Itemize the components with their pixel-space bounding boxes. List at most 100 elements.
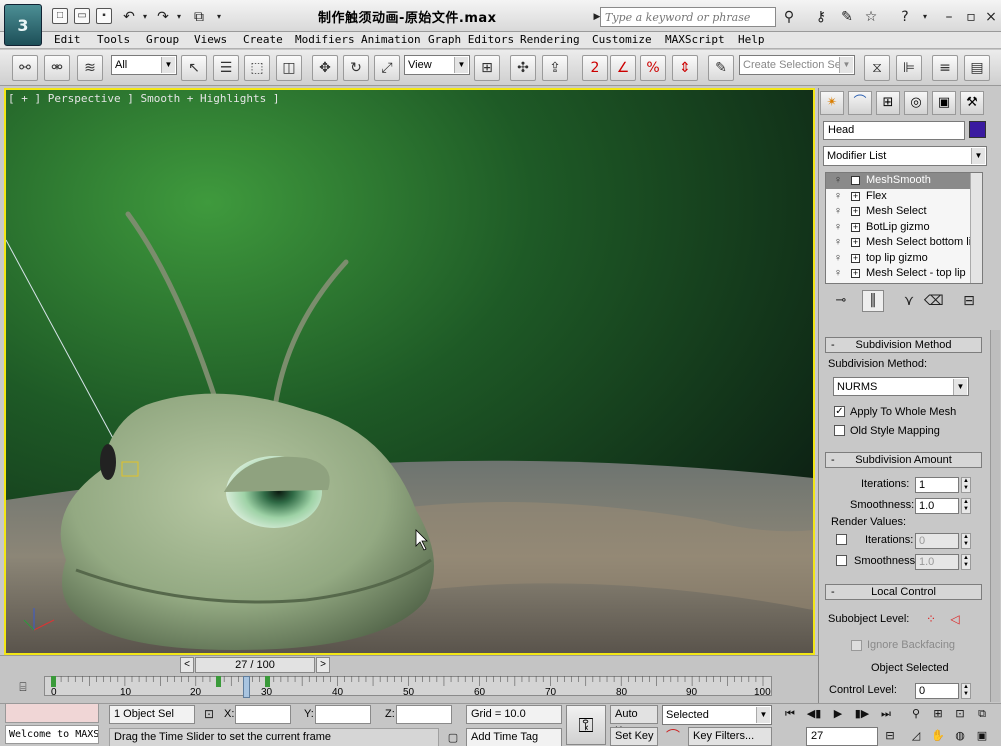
show-end-result-icon[interactable]: ‖ [862, 290, 884, 312]
communication-icon[interactable]: ✎ [838, 8, 856, 26]
modifier-stack-item[interactable]: ♀ + MeshSmooth [826, 173, 982, 189]
control-level-spinner-arrows[interactable]: ▲ ▼ [961, 683, 971, 699]
reference-coordinate-dropdown[interactable]: View ▼ [404, 55, 470, 75]
current-frame-marker[interactable] [243, 676, 250, 698]
expand-plus-icon[interactable]: + [851, 207, 860, 216]
quick-access-dropdown-icon[interactable]: ▾ [210, 8, 228, 26]
zoom-extents-icon[interactable]: ⊡ [950, 705, 970, 723]
set-key-button[interactable]: Set Key [610, 727, 658, 746]
edge-subobject-icon[interactable]: ◁ [946, 610, 964, 628]
local-control-rollout-header[interactable]: - Local Control [825, 584, 982, 600]
modifier-stack-scrollbar[interactable] [970, 173, 982, 283]
maxscript-listener-text[interactable]: Welcome to MAXS [5, 725, 99, 744]
utilities-tab-icon[interactable]: ⚒ [960, 91, 984, 115]
new-file-icon[interactable]: □ [52, 8, 68, 24]
unlink-selection-icon[interactable]: ⚮ [44, 55, 70, 81]
motion-tab-icon[interactable]: ◎ [904, 91, 928, 115]
project-folder-icon[interactable]: ⧉ [190, 8, 208, 26]
expand-plus-icon[interactable]: + [851, 253, 860, 263]
time-tag-icon[interactable]: ▢ [444, 729, 462, 746]
app-logo-button[interactable]: 3 [4, 4, 42, 46]
menu-customize[interactable]: Customize [592, 33, 652, 46]
menu-tools[interactable]: Tools [97, 33, 130, 46]
bind-space-warp-icon[interactable]: ≋ [77, 55, 103, 81]
lightbulb-icon[interactable]: ♀ [832, 236, 844, 249]
perspective-viewport[interactable] [4, 88, 815, 655]
smoothness-spinner[interactable]: 1.0 [915, 498, 959, 514]
make-unique-icon[interactable]: ⋎ [900, 292, 918, 310]
set-keys-key-icon[interactable]: ⚿ [566, 705, 606, 745]
open-mini-curve-editor-icon[interactable]: ⌸ [14, 678, 32, 696]
iterations-spinner-arrows[interactable]: ▲ ▼ [961, 477, 971, 493]
open-file-icon[interactable]: ▭ [74, 8, 90, 24]
selection-lock-icon[interactable]: ⊡ [200, 705, 218, 723]
minimize-icon[interactable]: – [940, 8, 958, 26]
expand-plus-icon[interactable]: + [851, 176, 860, 185]
select-and-move-icon[interactable]: ✥ [312, 55, 338, 81]
select-and-link-icon[interactable]: ⚯ [12, 55, 38, 81]
menu-modifiers[interactable]: Modifiers [295, 33, 355, 46]
z-coord-field[interactable] [396, 705, 452, 724]
control-level-spinner[interactable]: 0 [915, 683, 959, 699]
modifier-stack-item[interactable]: ♀ + Mesh Select [826, 204, 982, 220]
keyframe-marker[interactable] [265, 676, 270, 687]
default-in-out-tangent-icon[interactable]: ⌒ [664, 728, 682, 746]
pivot-center-icon[interactable]: ⊞ [474, 55, 500, 81]
go-to-start-icon[interactable]: ⏮ [780, 705, 800, 723]
command-panel-scrollbar[interactable] [990, 330, 1000, 702]
graphite-tools-icon[interactable]: ▤ [964, 55, 990, 81]
configure-modifier-sets-icon[interactable]: ⊟ [960, 292, 978, 310]
select-manipulate-icon[interactable]: ✣ [510, 55, 536, 81]
menu-create[interactable]: Create [243, 33, 283, 46]
modifier-list-dropdown[interactable]: Modifier List ▼ [823, 146, 987, 166]
previous-frame-icon[interactable]: ◀▮ [804, 705, 824, 723]
menu-maxscript[interactable]: MAXScript [665, 33, 725, 46]
keyframe-marker[interactable] [51, 676, 56, 687]
modifier-stack-item[interactable]: ♀ + Flex [826, 189, 982, 205]
auto-key-button[interactable]: Auto Key [610, 705, 658, 737]
subdivision-method-dropdown[interactable]: NURMS ▼ [833, 377, 969, 396]
layer-manager-icon[interactable]: ≡ [932, 55, 958, 81]
viewport-label[interactable]: [ + ] Perspective ] Smooth + Highlights … [8, 92, 280, 105]
old-style-mapping-checkbox[interactable] [834, 425, 845, 436]
modifier-stack-item[interactable]: ♀ + BotLip gizmo [826, 220, 982, 236]
menu-help[interactable]: Help [738, 33, 765, 46]
lightbulb-icon[interactable]: ♀ [832, 174, 844, 187]
selection-filter-dropdown[interactable]: All ▼ [111, 55, 177, 75]
lightbulb-icon[interactable]: ♀ [832, 267, 844, 280]
key-mode-dropdown[interactable]: Selected ▼ [662, 705, 772, 725]
zoom-extents-all-icon[interactable]: ⧉ [972, 705, 992, 723]
help-icon[interactable]: ? [896, 8, 914, 26]
maximize-icon[interactable]: ▫ [962, 8, 980, 26]
binoculars-icon[interactable]: ⚲ [780, 8, 798, 26]
maximize-viewport-icon[interactable]: ▣ [972, 727, 992, 745]
modifier-stack-list[interactable]: ♀ + MeshSmooth ♀ + Flex ♀ + Mesh Select ♀ + BotL… [825, 172, 983, 284]
lightbulb-icon[interactable]: ♀ [832, 190, 844, 203]
lightbulb-icon[interactable]: ♀ [832, 205, 844, 218]
named-selection-set-dropdown[interactable]: Create Selection Set ▼ [739, 55, 855, 75]
rectangular-selection-icon[interactable]: ⬚ [244, 55, 270, 81]
zoom-icon[interactable]: ⚲ [906, 705, 926, 723]
align-icon[interactable]: ⊫ [896, 55, 922, 81]
pan-hand-icon[interactable]: ✋ [928, 727, 948, 745]
next-frame-icon[interactable]: ▮▶ [852, 705, 872, 723]
menu-animation[interactable]: Animation [361, 33, 421, 46]
render-smoothness-checkbox[interactable] [836, 555, 847, 566]
undo-dropdown-icon[interactable]: ▾ [136, 8, 154, 26]
select-and-scale-icon[interactable]: ⤢ [374, 55, 400, 81]
menu-edit[interactable]: Edit [54, 33, 81, 46]
modifier-stack-item[interactable]: ♀ + Mesh Select bottom lip [826, 235, 982, 251]
save-file-icon[interactable]: ▪ [96, 8, 112, 24]
display-tab-icon[interactable]: ▣ [932, 91, 956, 115]
remove-modifier-icon[interactable]: ⌫ [924, 292, 944, 310]
spinner-snap-icon[interactable]: ⇕ [672, 55, 698, 81]
close-icon[interactable]: × [982, 8, 1000, 26]
angle-snap-icon[interactable]: ∠ [610, 55, 636, 81]
search-field[interactable] [600, 7, 776, 27]
favorites-star-icon[interactable]: ☆ [862, 8, 880, 26]
modifier-stack-item[interactable]: ♀ + Mesh Select - top lip [826, 266, 982, 282]
key-filters-button[interactable]: Key Filters... [688, 727, 772, 746]
key-icon[interactable]: ⚷ [812, 8, 830, 26]
apply-whole-mesh-checkbox[interactable]: ✓ [834, 406, 845, 417]
time-prev-button[interactable]: < [180, 657, 194, 673]
